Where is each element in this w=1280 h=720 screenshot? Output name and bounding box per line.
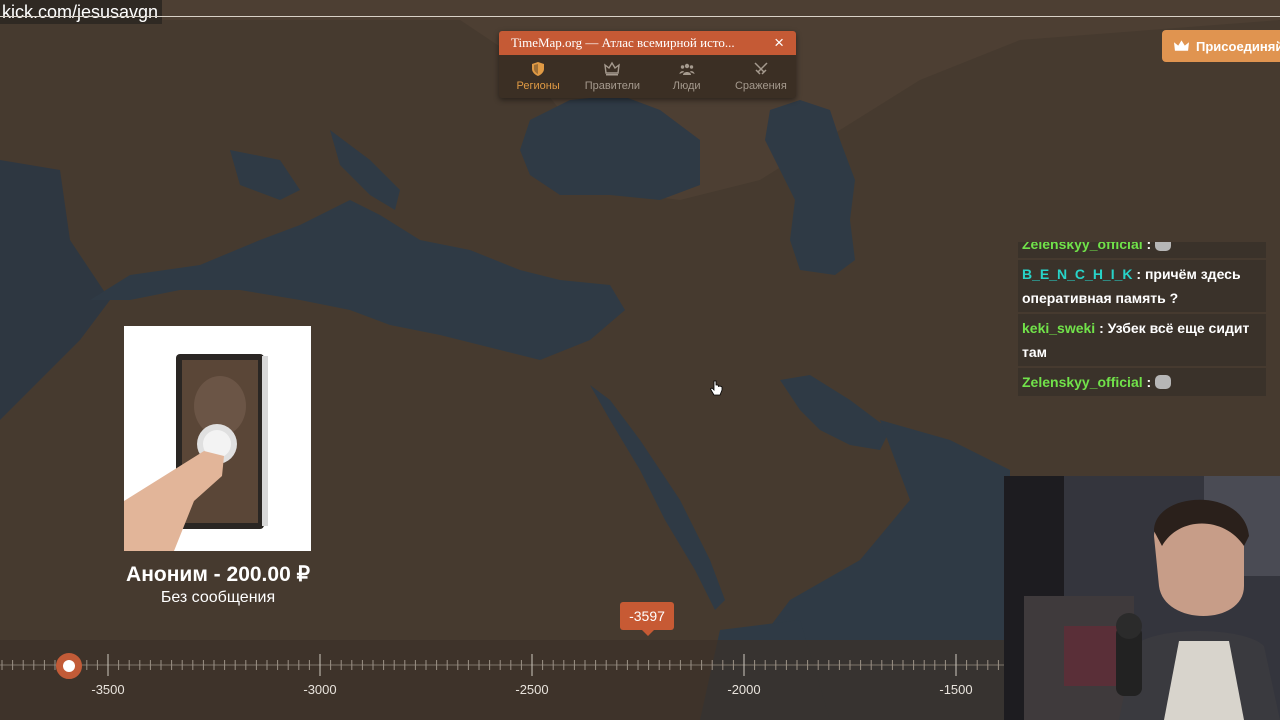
chat-text: : xyxy=(1146,242,1152,252)
chat-username: Zelenskyy_official xyxy=(1022,242,1143,252)
timeline-ticks xyxy=(0,654,1004,676)
timeline-handle[interactable] xyxy=(56,653,82,679)
emote-icon xyxy=(1155,242,1172,251)
join-button[interactable]: Присоединяй xyxy=(1162,30,1280,62)
timemap-panel: TimeMap.org — Атлас всемирной исто... × … xyxy=(499,31,796,98)
donation-sender: Аноним - 200.00 ₽ xyxy=(126,563,310,586)
crown-icon xyxy=(1174,39,1189,51)
close-icon[interactable]: × xyxy=(774,31,784,55)
tab-label: Регионы xyxy=(516,80,560,92)
axis-label: -3000 xyxy=(303,682,337,697)
chat-username: B_E_N_C_H_I_K xyxy=(1022,266,1133,282)
timemap-header: TimeMap.org — Атлас всемирной исто... × xyxy=(499,31,796,55)
axis-label: -3500 xyxy=(91,682,125,697)
chat-message: Zelenskyy_official : xyxy=(1018,242,1266,258)
chat-message: keki_sweki : Узбек всё еще сидит там xyxy=(1018,314,1266,366)
hand-cursor-icon xyxy=(709,380,723,396)
axis-label: -2000 xyxy=(727,682,761,697)
tab-regions[interactable]: Регионы xyxy=(503,55,573,98)
chat-overlay: Zelenskyy_official : B_E_N_C_H_I_K : при… xyxy=(1018,242,1266,396)
stream-url: kick.com/jesusavgn xyxy=(0,0,163,24)
current-year-badge: -3597 xyxy=(620,602,674,636)
join-label: Присоединяй xyxy=(1196,38,1280,54)
crown-icon xyxy=(604,61,621,76)
people-icon xyxy=(679,63,695,75)
chat-message: Zelenskyy_official : xyxy=(1018,368,1266,396)
swords-icon xyxy=(754,62,768,75)
chat-text: : xyxy=(1146,374,1152,390)
tab-label: Люди xyxy=(672,80,701,92)
timeline[interactable]: -3500 -3000 -2500 -2000 -1500 xyxy=(0,648,1004,720)
webcam-feed xyxy=(1004,476,1280,720)
tab-people[interactable]: Люди xyxy=(652,55,722,98)
timemap-tabs: Регионы Правители Люди Сражения xyxy=(499,55,796,98)
shield-icon xyxy=(532,62,545,76)
axis-label: -1500 xyxy=(939,682,973,697)
axis-label: -2500 xyxy=(515,682,549,697)
donation-message: Без сообщения xyxy=(160,589,276,606)
tab-label: Правители xyxy=(584,80,641,92)
chat-username: keki_sweki xyxy=(1022,320,1096,336)
chat-username: Zelenskyy_official xyxy=(1022,374,1143,390)
donation-image xyxy=(124,326,311,551)
tab-label: Сражения xyxy=(734,80,787,92)
progress-line xyxy=(0,16,1280,17)
tab-rulers[interactable]: Правители xyxy=(577,55,647,98)
emote-icon xyxy=(1155,375,1172,389)
timemap-title: TimeMap.org — Атлас всемирной исто... xyxy=(511,35,735,50)
chat-message: B_E_N_C_H_I_K : причём здесь оперативная… xyxy=(1018,260,1266,312)
tab-battles[interactable]: Сражения xyxy=(726,55,796,98)
